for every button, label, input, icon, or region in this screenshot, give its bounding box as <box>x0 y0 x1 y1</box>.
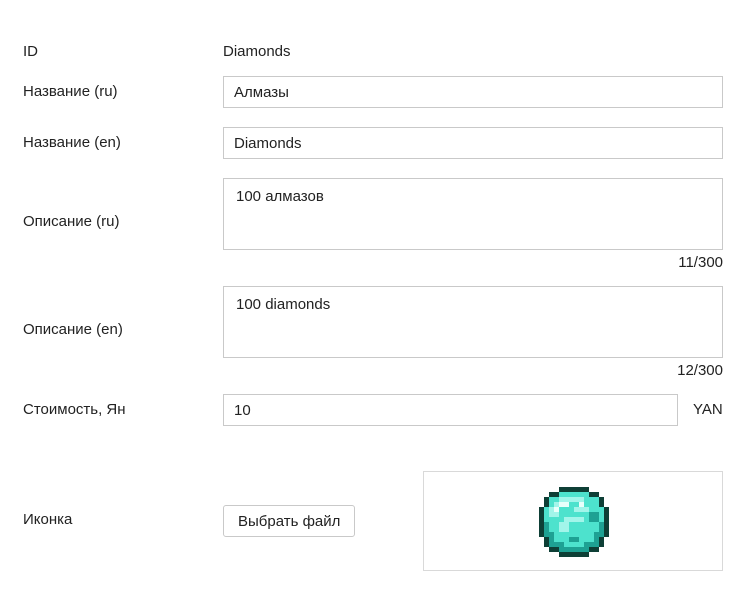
diamond-pixel-icon <box>539 487 609 557</box>
price-input[interactable] <box>223 394 678 426</box>
name-en-input[interactable] <box>223 127 723 159</box>
desc-en-label: Описание (en) <box>23 321 123 338</box>
choose-file-button[interactable]: Выбрать файл <box>223 505 356 537</box>
price-label: Стоимость, Ян <box>23 401 126 418</box>
desc-en-textarea[interactable]: 100 diamonds <box>223 286 723 358</box>
name-ru-input[interactable] <box>223 76 723 108</box>
icon-preview <box>423 471 723 571</box>
product-edit-form: ID Diamonds Название (ru) Название (en) … <box>0 0 741 594</box>
id-value: Diamonds <box>223 43 291 60</box>
icon-label: Иконка <box>23 511 73 528</box>
currency-label: YAN <box>693 401 723 418</box>
desc-ru-textarea[interactable]: 100 алмазов <box>223 178 723 250</box>
name-en-label: Название (en) <box>23 134 121 151</box>
desc-ru-label: Описание (ru) <box>23 213 120 230</box>
id-label: ID <box>23 43 38 60</box>
desc-ru-counter: 11/300 <box>678 254 723 271</box>
name-ru-label: Название (ru) <box>23 83 118 100</box>
desc-en-counter: 12/300 <box>677 362 723 379</box>
